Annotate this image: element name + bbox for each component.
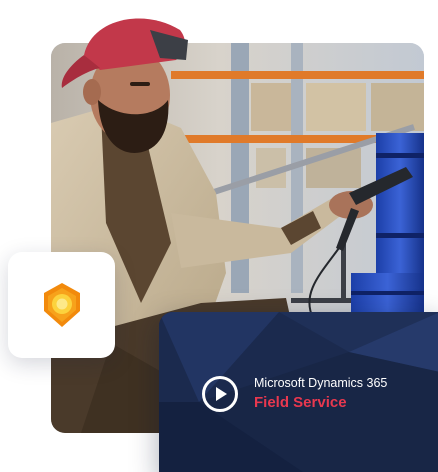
video-promo-card[interactable]: Microsoft Dynamics 365 Field Service [159,312,438,472]
video-caption: Microsoft Dynamics 365 Field Service [254,375,387,413]
video-product-label: Field Service [254,394,347,411]
play-circle-icon [216,387,227,401]
play-button[interactable] [202,376,238,412]
field-service-app-icon [43,283,80,327]
video-brand-label: Microsoft Dynamics 365 [254,376,388,390]
hero-visual: Microsoft Dynamics 365 Field Service [0,0,438,472]
app-icon-card[interactable] [8,252,115,358]
